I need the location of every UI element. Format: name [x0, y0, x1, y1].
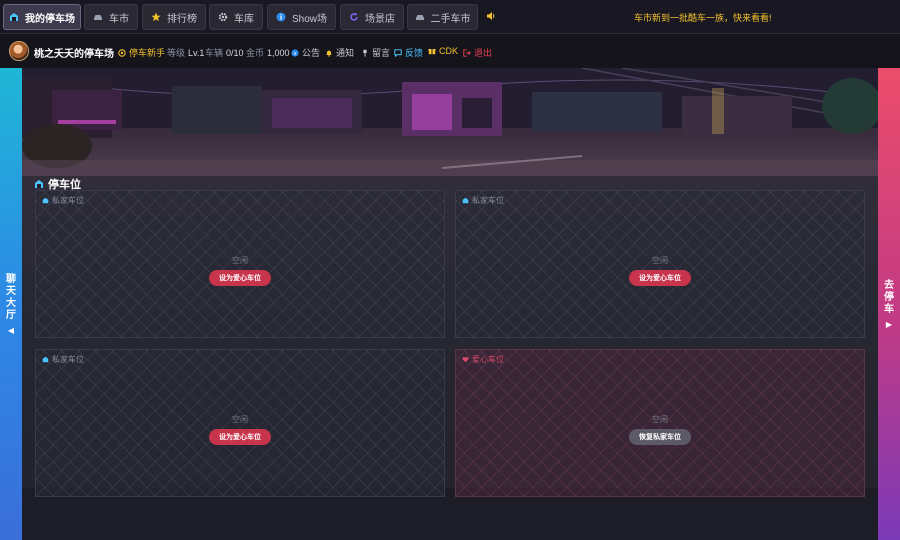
set-love-slot-button[interactable]: 设为爱心车位	[629, 270, 691, 286]
coins-stat: 金币 1,000	[246, 46, 290, 59]
slot-type: 私家车位	[462, 195, 504, 206]
cdk-link[interactable]: CDK	[428, 46, 458, 56]
tab-label: 车库	[234, 13, 254, 25]
arrow-right-icon: ▶	[885, 319, 893, 329]
top-nav: 我的停车场 车市 排行榜 车库 Show场 场景店 二手车市 车市新到一批酷车一…	[0, 0, 900, 34]
tab-label: 车市	[109, 13, 129, 25]
car-icon	[415, 15, 424, 20]
notice-label: 公告	[302, 48, 321, 58]
restore-private-slot-button[interactable]: 恢复私家车位	[629, 429, 691, 445]
gift-icon	[428, 49, 436, 55]
rank-label: 停车新手	[129, 48, 166, 58]
garage-icon	[462, 197, 469, 204]
tab-label: 排行榜	[167, 13, 197, 25]
slot-status: 空闲	[652, 256, 668, 265]
level-label: 等级	[167, 48, 186, 58]
car-icon	[94, 15, 102, 20]
rank-icon	[118, 48, 126, 57]
user-rank: 停车新手	[118, 46, 165, 59]
info-icon	[291, 48, 299, 57]
logout-link[interactable]: 退出	[463, 46, 492, 59]
notice-link[interactable]: 公告	[291, 46, 320, 59]
cars-value: 0/10	[226, 47, 244, 58]
parking-slot[interactable]: 私家车位 空闲 设为爱心车位	[455, 190, 865, 338]
speaker-icon[interactable]	[486, 11, 496, 21]
tab-scene-shop[interactable]: 场景店	[340, 4, 404, 30]
garage-icon	[10, 13, 18, 21]
tab-label: 我的停车场	[25, 13, 75, 25]
garage-icon	[35, 180, 43, 188]
coins-label: 金币	[246, 48, 265, 58]
gear-icon	[218, 12, 228, 22]
slot-type-label: 私家车位	[52, 196, 84, 205]
parking-slot[interactable]: 私家车位 空闲 设为爱心车位	[35, 349, 445, 497]
chat-hall-button[interactable]: 聊天大厅 ◀	[0, 68, 22, 540]
level-value: Lv.1	[188, 47, 205, 58]
garage-icon	[42, 356, 49, 363]
avatar[interactable]	[9, 41, 29, 61]
slot-type: 爱心车位	[462, 354, 504, 365]
refresh-icon	[350, 12, 358, 21]
slot-type-label: 爱心车位	[472, 355, 504, 364]
go-park-button[interactable]: 去停车 ▶	[878, 68, 900, 540]
logout-icon	[463, 48, 471, 57]
slot-type-label: 私家车位	[52, 355, 84, 364]
slot-type-label: 私家车位	[472, 196, 504, 205]
info-icon	[276, 12, 286, 22]
announcement-marquee: 车市新到一批酷车一族，快来看看!	[634, 13, 772, 23]
tab-garage[interactable]: 车库	[209, 4, 263, 30]
chat-icon	[394, 48, 402, 57]
tab-show[interactable]: Show场	[267, 4, 336, 30]
set-love-slot-button[interactable]: 设为爱心车位	[209, 429, 271, 445]
tab-car-market[interactable]: 车市	[84, 4, 138, 30]
feedback-link[interactable]: 反馈	[394, 46, 423, 59]
slot-status: 空闲	[232, 256, 248, 265]
tab-used-car-market[interactable]: 二手车市	[407, 4, 478, 30]
tab-label: Show场	[291, 13, 327, 25]
inform-link[interactable]: 通知	[325, 46, 354, 59]
inform-label: 通知	[336, 48, 355, 58]
slot-status: 空闲	[652, 415, 668, 424]
tab-leaderboard[interactable]: 排行榜	[142, 4, 206, 30]
cars-stat: 车辆 0/10	[205, 46, 244, 59]
pin-icon	[363, 49, 367, 57]
coins-value: 1,000	[267, 47, 290, 58]
bell-icon	[326, 50, 332, 57]
parking-owner-name: 桃之夭夭的停车场	[34, 49, 114, 60]
set-love-slot-button[interactable]: 设为爱心车位	[209, 270, 271, 286]
slot-type: 私家车位	[42, 354, 84, 365]
arrow-left-icon: ◀	[7, 325, 15, 335]
cdk-label: CDK	[439, 46, 459, 56]
love-parking-slot[interactable]: 爱心车位 空闲 恢复私家车位	[455, 349, 865, 497]
chat-hall-label: 聊天大厅	[6, 273, 16, 321]
parking-slot[interactable]: 私家车位 空闲 设为爱心车位	[35, 190, 445, 338]
cars-label: 车辆	[205, 48, 224, 58]
logout-label: 退出	[474, 48, 493, 58]
heart-icon	[462, 356, 469, 363]
tab-label: 二手车市	[430, 13, 471, 25]
go-park-label: 去停车	[884, 279, 894, 315]
star-icon	[151, 12, 161, 22]
message-link[interactable]: 留言	[361, 46, 390, 59]
slot-status: 空闲	[232, 415, 248, 424]
garage-icon	[42, 197, 49, 204]
level-stat: 等级 Lv.1	[167, 46, 204, 59]
tab-my-parking[interactable]: 我的停车场	[3, 4, 81, 30]
tab-label: 场景店	[365, 13, 395, 25]
feedback-label: 反馈	[405, 48, 424, 58]
message-label: 留言	[372, 48, 391, 58]
slot-type: 私家车位	[42, 195, 84, 206]
